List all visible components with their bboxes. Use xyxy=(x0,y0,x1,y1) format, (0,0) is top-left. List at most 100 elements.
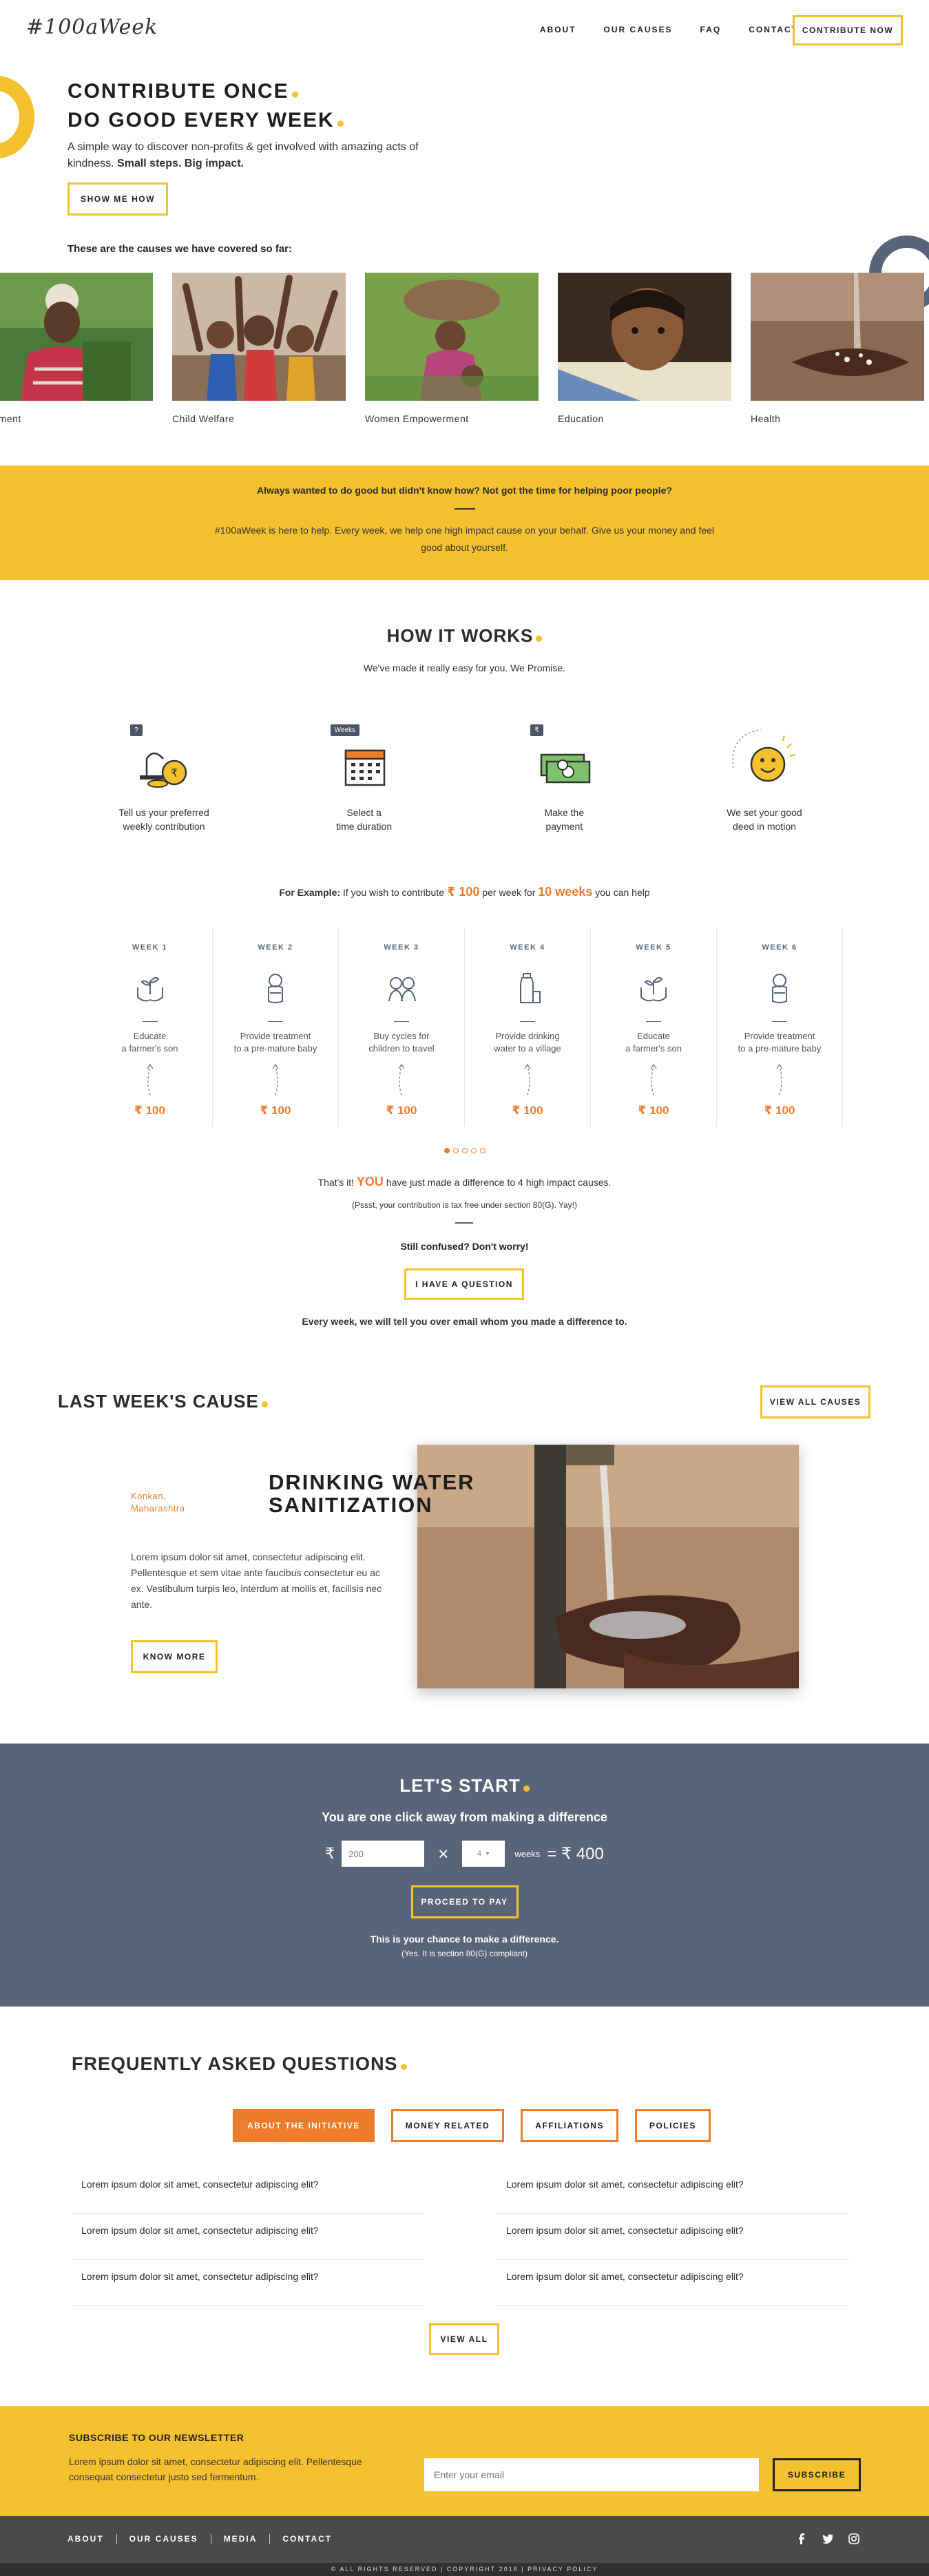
location-line: Konkan, xyxy=(131,1491,167,1501)
intro-band: Always wanted to do good but didn't know… xyxy=(0,465,929,580)
carousel-dot[interactable] xyxy=(452,1148,459,1153)
cause-label: Education xyxy=(558,413,604,424)
example-line: For Example: If you wish to contribute ₹… xyxy=(0,885,929,899)
view-all-faq-button[interactable]: VIEW ALL xyxy=(429,2323,499,2355)
nav-our-causes[interactable]: OUR CAUSES xyxy=(604,25,673,34)
weeks-carousel: WEEK 1 Educate a farmer's son ₹ 100 WEEK … xyxy=(87,927,843,1127)
contribute-now-button[interactable]: CONTRIBUTE NOW xyxy=(793,15,903,45)
i-have-a-question-button[interactable]: I HAVE A QUESTION xyxy=(404,1268,524,1300)
accent-dot xyxy=(523,1786,530,1792)
carousel-dot[interactable] xyxy=(461,1148,468,1153)
weeks-word: weeks xyxy=(514,1848,541,1859)
cause-card-child-welfare[interactable]: Child Welfare xyxy=(172,273,346,424)
cause-heading-line: DRINKING WATER xyxy=(269,1470,475,1494)
footer-link-media[interactable]: MEDIA xyxy=(210,2534,270,2544)
show-me-how-button[interactable]: SHOW ME HOW xyxy=(67,182,168,216)
weeks-select-value: 4 xyxy=(477,1849,482,1858)
cause-heading: DRINKING WATER SANITIZATION xyxy=(269,1471,475,1516)
nav-about[interactable]: ABOUT xyxy=(540,25,576,34)
last-week-title: LAST WEEK'S CAUSE xyxy=(58,1391,268,1412)
lets-start-section: LET'S START You are one click away from … xyxy=(0,1743,929,2007)
week-line: Educate xyxy=(133,1031,167,1041)
facebook-icon[interactable] xyxy=(795,2533,808,2545)
cause-label: Health xyxy=(751,413,781,424)
faq-question[interactable]: Lorem ipsum dolor sit amet, consectetur … xyxy=(497,2260,850,2306)
top-nav: #100aWeek ABOUT OUR CAUSES FAQ CONTACT C… xyxy=(0,0,929,59)
week-card: WEEK 6 Provide treatment to a pre-mature … xyxy=(717,927,843,1127)
nav-contact[interactable]: CONTACT xyxy=(749,25,798,34)
money-icon: ₹ xyxy=(526,720,602,796)
step-line: Make the xyxy=(544,807,585,818)
cause-card-employment[interactable]: ployment xyxy=(0,273,153,424)
divider xyxy=(394,1021,409,1022)
instagram-icon[interactable] xyxy=(848,2533,860,2545)
carousel-dot[interactable] xyxy=(470,1148,477,1153)
week-description: Educate a farmer's son xyxy=(591,1030,716,1055)
social-links xyxy=(795,2533,860,2545)
photo-farmer xyxy=(0,273,153,401)
dashed-arrow-icon xyxy=(398,1063,405,1096)
cause-card-women-empowerment[interactable]: Women Empowerment xyxy=(365,273,539,424)
cause-card-education[interactable]: Education xyxy=(558,273,731,424)
carousel-dot[interactable] xyxy=(443,1148,450,1153)
newsletter-text: Lorem ipsum dolor sit amet, consectetur … xyxy=(69,2456,362,2482)
copyright: © ALL RIGHTS RESERVED | COPYRIGHT 2018 |… xyxy=(0,2563,929,2576)
nav-faq[interactable]: FAQ xyxy=(700,25,722,34)
kids-icon xyxy=(388,977,416,1002)
lets-start-subtitle: You are one click away from making a dif… xyxy=(322,1810,607,1824)
tab-money-related[interactable]: MONEY RELATED xyxy=(390,2109,505,2142)
carousel-dot[interactable] xyxy=(479,1148,486,1153)
hero-title-line2: DO GOOD EVERY WEEK xyxy=(67,109,335,132)
location-line: Maharashtra xyxy=(131,1503,185,1514)
week-amount: ₹ 100 xyxy=(638,1104,669,1117)
tab-affiliations[interactable]: AFFILIATIONS xyxy=(521,2109,618,2142)
know-more-button[interactable]: KNOW MORE xyxy=(131,1640,218,1673)
site-logo[interactable]: #100aWeek xyxy=(26,15,158,39)
email-field[interactable] xyxy=(424,2458,759,2491)
week-line: Educate xyxy=(637,1031,670,1041)
made-you: YOU xyxy=(356,1175,384,1188)
hero-subtitle-bold: Small steps. Big impact. xyxy=(117,158,244,169)
tab-policies[interactable]: POLICIES xyxy=(634,2109,711,2142)
plant-hands-icon xyxy=(136,976,163,1002)
weeks-select[interactable]: 4 xyxy=(462,1841,505,1867)
view-all-causes-button[interactable]: VIEW ALL CAUSES xyxy=(760,1385,870,1418)
footer-links: ABOUT OUR CAUSES MEDIA CONTACT xyxy=(67,2534,344,2544)
faq-question[interactable]: Lorem ipsum dolor sit amet, consectetur … xyxy=(72,2168,425,2214)
step-text: Select a time duration xyxy=(295,806,433,833)
twitter-icon[interactable] xyxy=(822,2533,834,2545)
cause-label: Women Empowerment xyxy=(365,413,469,424)
dashed-arrow-icon xyxy=(776,1063,783,1096)
subscribe-button[interactable]: SUBSCRIBE xyxy=(773,2458,861,2491)
footer-link-about[interactable]: ABOUT xyxy=(67,2534,116,2544)
accent-dot xyxy=(400,2064,407,2070)
step-tag: Weeks xyxy=(330,724,360,736)
tab-about-the-initiative[interactable]: ABOUT THE INITIATIVE xyxy=(233,2109,375,2142)
footer-link-contact[interactable]: CONTACT xyxy=(269,2534,344,2544)
proceed-to-pay-button[interactable]: PROCEED TO PAY xyxy=(410,1885,519,1918)
cause-location: Konkan, Maharashtra xyxy=(131,1490,185,1515)
cause-card-health[interactable]: Health xyxy=(751,273,924,424)
faq-question[interactable]: Lorem ipsum dolor sit amet, consectetur … xyxy=(72,2260,425,2306)
faq-question[interactable]: Lorem ipsum dolor sit amet, consectetur … xyxy=(72,2214,425,2260)
amount-input[interactable] xyxy=(342,1841,425,1867)
hero-title-line1: CONTRIBUTE ONCE xyxy=(67,80,289,103)
example-prefix: For Example: xyxy=(279,887,341,898)
footer-link-our-causes[interactable]: OUR CAUSES xyxy=(116,2534,211,2544)
week-line: to a pre-mature baby xyxy=(233,1043,317,1054)
week-label: WEEK 3 xyxy=(384,943,419,952)
step-payment: ₹ Make the payment xyxy=(495,720,633,833)
week-label: WEEK 2 xyxy=(258,943,293,952)
faq-question[interactable]: Lorem ipsum dolor sit amet, consectetur … xyxy=(497,2214,850,2260)
week-line: Provide treatment xyxy=(744,1031,815,1041)
faq-question[interactable]: Lorem ipsum dolor sit amet, consectetur … xyxy=(497,2168,850,2214)
week-line: a farmer's son xyxy=(625,1043,682,1054)
step-text: Make the payment xyxy=(495,806,633,833)
example-amount: ₹ 100 xyxy=(446,885,480,899)
calendar-icon: Weeks xyxy=(326,720,402,796)
hero-title: CONTRIBUTE ONCE DO GOOD EVERY WEEK xyxy=(67,77,344,135)
dashed-arrow-icon xyxy=(146,1063,154,1096)
step-line: We set your good xyxy=(727,807,802,818)
divider xyxy=(646,1021,661,1022)
cause-label: ployment xyxy=(0,413,21,424)
